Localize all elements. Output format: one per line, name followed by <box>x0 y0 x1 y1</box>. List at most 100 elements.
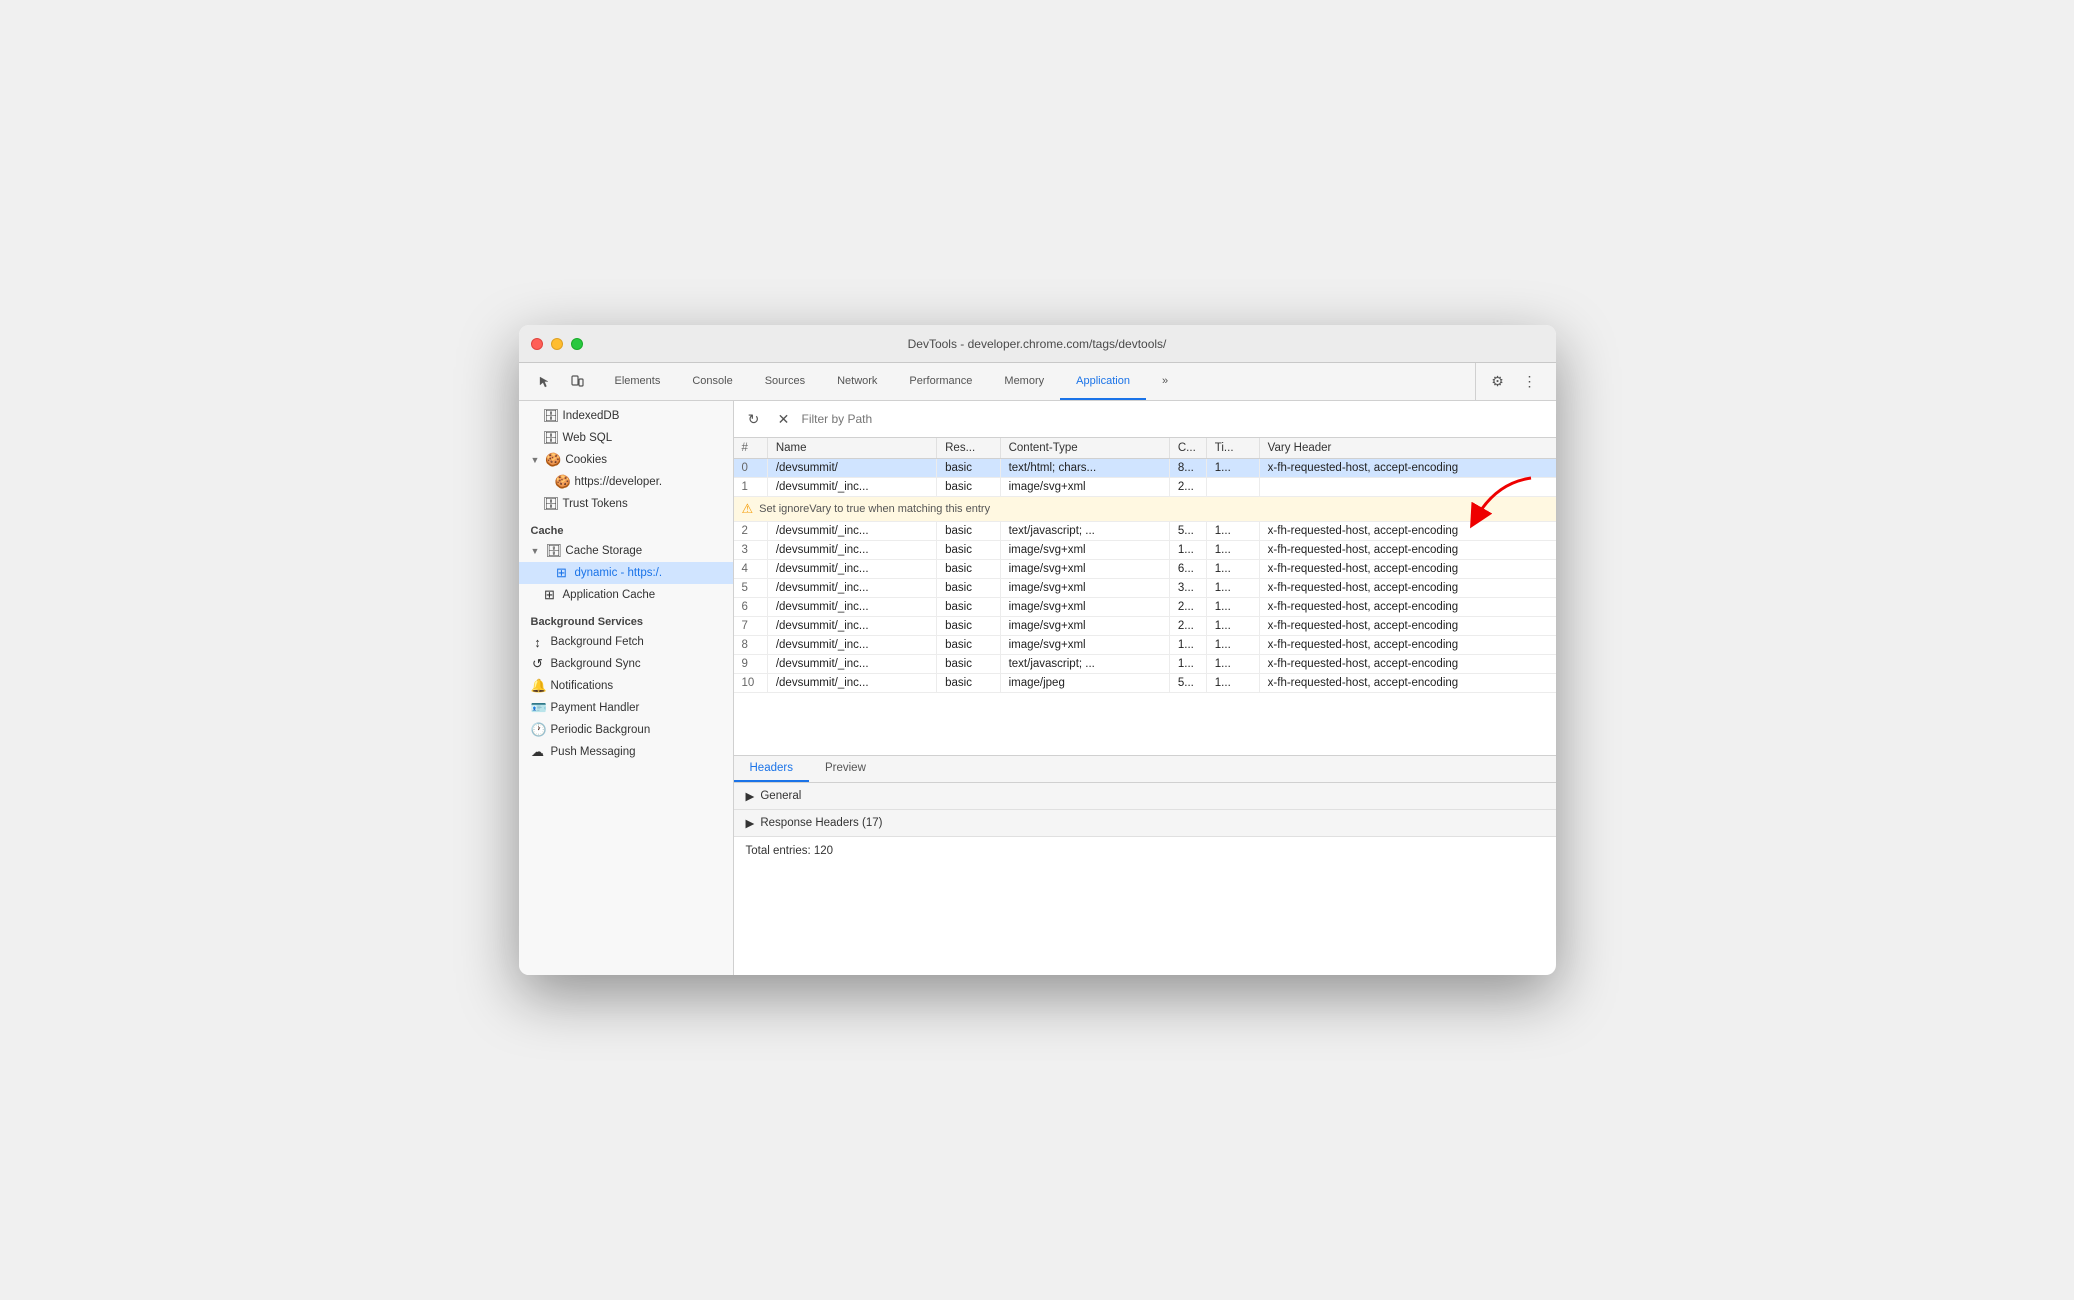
expand-arrow-icon: ▼ <box>531 455 540 465</box>
background-services-header: Background Services <box>519 606 733 631</box>
tab-sources[interactable]: Sources <box>749 363 821 400</box>
sidebar-item-websql[interactable]: 🗄 Web SQL <box>519 427 733 449</box>
table-cell: 4 <box>734 560 768 579</box>
col-header-num[interactable]: # <box>734 438 768 459</box>
table-row[interactable]: 10/devsummit/_inc...basicimage/jpeg5...1… <box>734 674 1556 693</box>
tab-console[interactable]: Console <box>676 363 748 400</box>
sidebar-item-bg-sync[interactable]: ↺ Background Sync <box>519 653 733 675</box>
tab-bar-right: ⚙ ⋮ <box>1475 363 1552 400</box>
sidebar-item-cache-storage[interactable]: ▼ 🗄 Cache Storage <box>519 540 733 562</box>
table-cell: image/svg+xml <box>1000 478 1169 497</box>
table-cell: /devsummit/_inc... <box>767 478 936 497</box>
table-row[interactable]: 5/devsummit/_inc...basicimage/svg+xml3..… <box>734 579 1556 598</box>
col-header-ti[interactable]: Ti... <box>1206 438 1259 459</box>
table-cell: 2... <box>1169 617 1206 636</box>
sidebar-item-dynamic-cache[interactable]: ⊞ dynamic - https:/. <box>519 562 733 584</box>
col-header-vary[interactable]: Vary Header <box>1259 438 1555 459</box>
table-cell: 1... <box>1206 522 1259 541</box>
tab-elements[interactable]: Elements <box>599 363 677 400</box>
settings-icon[interactable]: ⚙ <box>1484 368 1512 396</box>
table-cell: 1... <box>1206 655 1259 674</box>
table-cell: 5... <box>1169 522 1206 541</box>
sidebar-item-indexeddb[interactable]: 🗄 IndexedDB <box>519 405 733 427</box>
sidebar-item-label: Payment Handler <box>551 702 640 714</box>
sidebar-item-label: dynamic - https:/. <box>575 567 663 579</box>
table-cell: 1... <box>1206 598 1259 617</box>
maximize-button[interactable] <box>571 338 583 350</box>
table-cell: 8 <box>734 636 768 655</box>
tooltip-text: Set ignoreVary to true when matching thi… <box>759 503 990 515</box>
clear-button[interactable]: ✕ <box>772 407 796 431</box>
table-cell: 1... <box>1169 655 1206 674</box>
close-button[interactable] <box>531 338 543 350</box>
sidebar-item-cookies-url[interactable]: 🍪 https://developer. <box>519 471 733 493</box>
table-row[interactable]: 0/devsummit/basictext/html; chars...8...… <box>734 459 1556 478</box>
table-row[interactable]: 9/devsummit/_inc...basictext/javascript;… <box>734 655 1556 674</box>
table-cell: text/html; chars... <box>1000 459 1169 478</box>
table-row[interactable]: 4/devsummit/_inc...basicimage/svg+xml6..… <box>734 560 1556 579</box>
table-row[interactable]: 1/devsummit/_inc...basicimage/svg+xml2..… <box>734 478 1556 497</box>
tab-performance[interactable]: Performance <box>893 363 988 400</box>
table-cell: 9 <box>734 655 768 674</box>
minimize-button[interactable] <box>551 338 563 350</box>
table-cell: x-fh-requested-host, accept-encoding <box>1259 459 1555 478</box>
sidebar-item-payment-handler[interactable]: 🪪 Payment Handler <box>519 697 733 719</box>
tab-more[interactable]: » <box>1146 363 1184 400</box>
bottom-pane: Headers Preview ▶ General ▶ Response Hea… <box>734 755 1556 975</box>
col-header-c[interactable]: C... <box>1169 438 1206 459</box>
table-cell: basic <box>937 579 1000 598</box>
table-cell: image/svg+xml <box>1000 598 1169 617</box>
table-row[interactable]: 2/devsummit/_inc...basictext/javascript;… <box>734 522 1556 541</box>
bottom-tab-headers[interactable]: Headers <box>734 756 809 782</box>
cursor-icon[interactable] <box>531 368 559 396</box>
table-cell: 1... <box>1206 459 1259 478</box>
table-cell: 0 <box>734 459 768 478</box>
sidebar-item-bg-fetch[interactable]: ↕ Background Fetch <box>519 631 733 653</box>
table-cell: x-fh-requested-host, accept-encoding <box>1259 655 1555 674</box>
sidebar-item-notifications[interactable]: 🔔 Notifications <box>519 675 733 697</box>
tab-memory[interactable]: Memory <box>988 363 1060 400</box>
table-cell: 2... <box>1169 598 1206 617</box>
table-row[interactable]: 3/devsummit/_inc...basicimage/svg+xml1..… <box>734 541 1556 560</box>
col-header-res[interactable]: Res... <box>937 438 1000 459</box>
response-headers-section[interactable]: ▶ Response Headers (17) <box>734 810 1556 837</box>
refresh-button[interactable]: ↻ <box>742 407 766 431</box>
warning-icon: ⚠ <box>742 501 754 517</box>
sidebar-item-cookies[interactable]: ▼ 🍪 Cookies <box>519 449 733 471</box>
sidebar-item-trust-tokens[interactable]: 🗄 Trust Tokens <box>519 493 733 515</box>
table-cell: image/jpeg <box>1000 674 1169 693</box>
table-cell: 1... <box>1206 541 1259 560</box>
grid-icon: ⊞ <box>543 587 557 603</box>
device-icon[interactable] <box>563 368 591 396</box>
table-cell: image/svg+xml <box>1000 617 1169 636</box>
table-cell: 8... <box>1169 459 1206 478</box>
table-cell: basic <box>937 541 1000 560</box>
general-section[interactable]: ▶ General <box>734 783 1556 810</box>
table-cell: 1... <box>1206 636 1259 655</box>
sidebar-item-push-messaging[interactable]: ☁ Push Messaging <box>519 741 733 763</box>
bottom-content: ▶ General ▶ Response Headers (17) Total … <box>734 783 1556 975</box>
sidebar-item-label: Cookies <box>565 454 607 466</box>
bottom-tab-preview[interactable]: Preview <box>809 756 882 782</box>
sidebar-item-periodic-bg[interactable]: 🕐 Periodic Backgroun <box>519 719 733 741</box>
fetch-icon: ↕ <box>531 635 545 650</box>
col-header-ct[interactable]: Content-Type <box>1000 438 1169 459</box>
tab-application[interactable]: Application <box>1060 363 1146 400</box>
cloud-icon: ☁ <box>531 744 545 760</box>
table-row[interactable]: 7/devsummit/_inc...basicimage/svg+xml2..… <box>734 617 1556 636</box>
table-cell: /devsummit/_inc... <box>767 617 936 636</box>
table-cell: basic <box>937 522 1000 541</box>
table-row[interactable]: 8/devsummit/_inc...basicimage/svg+xml1..… <box>734 636 1556 655</box>
table-cell: /devsummit/_inc... <box>767 655 936 674</box>
table-cell: /devsummit/_inc... <box>767 636 936 655</box>
table-row[interactable]: 6/devsummit/_inc...basicimage/svg+xml2..… <box>734 598 1556 617</box>
sidebar-item-label: Trust Tokens <box>563 498 628 510</box>
more-options-icon[interactable]: ⋮ <box>1516 368 1544 396</box>
filter-input[interactable] <box>802 412 1548 426</box>
col-header-name[interactable]: Name <box>767 438 936 459</box>
table-cell: image/svg+xml <box>1000 579 1169 598</box>
tab-network[interactable]: Network <box>821 363 893 400</box>
table-cell: 1... <box>1169 636 1206 655</box>
sidebar-item-application-cache[interactable]: ⊞ Application Cache <box>519 584 733 606</box>
sidebar-item-label: Periodic Backgroun <box>551 724 651 736</box>
